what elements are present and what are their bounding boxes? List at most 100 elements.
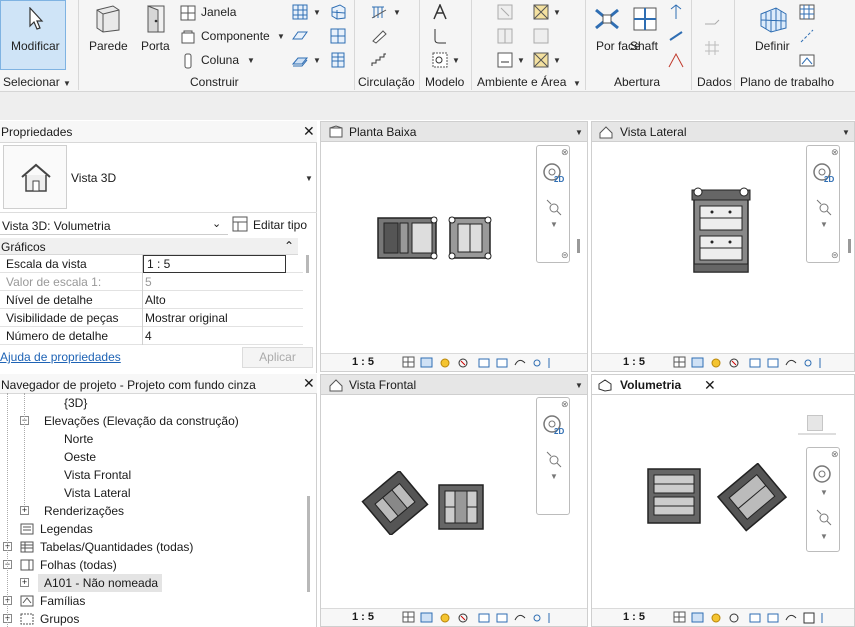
window-button[interactable]: Janela [180, 4, 280, 22]
viewer-button[interactable] [799, 52, 815, 71]
chevron-down-icon[interactable]: ▼ [553, 56, 561, 65]
tab-side[interactable]: Vista Lateral ▼ [592, 122, 854, 142]
chevron-down-icon[interactable]: ▼ [575, 381, 583, 390]
property-value[interactable]: 1 : 5 [143, 255, 286, 273]
chevron-down-icon[interactable]: ▼ [820, 488, 828, 497]
close-icon[interactable]: ⊗ [831, 147, 839, 158]
chevron-down-icon[interactable]: ▼ [553, 8, 561, 17]
model-line-button[interactable] [432, 28, 448, 47]
scrollbar-thumb[interactable] [306, 255, 309, 273]
close-icon[interactable]: ✕ [303, 375, 315, 392]
chevron-down-icon[interactable]: ▼ [313, 56, 321, 65]
tree-item[interactable]: + Famílias [0, 592, 300, 610]
chevron-down-icon[interactable]: ▼ [247, 56, 255, 65]
navigation-bar[interactable]: ⊗ 2D ▼ [536, 397, 570, 515]
curtain-system-button[interactable] [330, 4, 346, 23]
tree-item[interactable]: + A101 - Não nomeada [0, 574, 300, 592]
ramp-button[interactable] [371, 28, 387, 47]
chevron-down-icon[interactable]: ▼ [313, 8, 321, 17]
close-icon[interactable]: ⊗ [561, 399, 569, 410]
view-scale[interactable]: 1 : 5 [352, 356, 374, 368]
tree-item[interactable]: Vista Lateral [0, 484, 300, 502]
property-row[interactable]: Visibilidade de peças Mostrar original [0, 309, 303, 327]
collapse-icon[interactable]: ⌃ [284, 239, 294, 253]
model-group-button[interactable] [432, 52, 448, 71]
view-controls-icons[interactable] [672, 355, 847, 370]
area-boundary-button[interactable] [533, 28, 549, 47]
view-scale[interactable]: 1 : 5 [352, 611, 374, 623]
chevron-down-icon[interactable]: ▼ [575, 128, 583, 137]
ref-plane-button[interactable] [799, 28, 815, 47]
by-face-button[interactable]: Por face [590, 4, 641, 68]
navigation-bar[interactable]: ⊗ ▼ ▼ [806, 447, 840, 552]
instance-select[interactable]: Vista 3D: Volumetria ⌄ [0, 215, 228, 235]
expand-icon[interactable]: + [20, 506, 29, 515]
chevron-down-icon[interactable]: ▼ [573, 79, 581, 88]
edit-type-button[interactable]: Editar tipo [232, 214, 312, 234]
room-separator-button[interactable] [497, 28, 513, 47]
grid-button[interactable] [704, 40, 720, 59]
set-workplane-button[interactable]: Definir [750, 4, 794, 68]
close-icon[interactable]: ✕ [303, 123, 315, 140]
property-value[interactable]: 4 [143, 327, 286, 345]
component-button[interactable]: Componente ▼ [180, 28, 290, 46]
property-value[interactable]: Alto [143, 291, 286, 309]
door-button[interactable]: Porta [138, 4, 174, 66]
stair-button[interactable] [371, 52, 387, 71]
close-icon[interactable]: ✕ [704, 377, 716, 394]
settings-icon[interactable]: ⊜ [561, 250, 569, 261]
properties-help-link[interactable]: Ajuda de propriedades [0, 350, 121, 364]
chevron-down-icon[interactable]: ▼ [820, 220, 828, 229]
chevron-down-icon[interactable]: ▼ [550, 472, 558, 481]
expand-icon[interactable]: + [20, 578, 29, 587]
tag-room-button[interactable] [497, 52, 513, 71]
navigation-bar[interactable]: ⊗ 2D ▼ ⊜ [806, 145, 840, 263]
chevron-down-icon[interactable]: ▼ [393, 8, 401, 17]
view-volumetria[interactable]: Volumetria ✕ ⊗ ▼ ▼ 1 : 5 [591, 374, 855, 627]
floor-button[interactable] [291, 52, 309, 71]
view-controls-icons[interactable] [401, 355, 571, 370]
chevron-down-icon[interactable]: ▼ [63, 79, 71, 88]
tab-front[interactable]: Vista Frontal ▼ [321, 375, 587, 395]
zoom-icon[interactable] [545, 450, 563, 468]
modify-button[interactable]: Modificar [0, 0, 66, 70]
property-value[interactable]: 5 [143, 273, 286, 291]
shaft-button[interactable]: Shaft [628, 4, 662, 68]
tag-area-button[interactable] [533, 52, 549, 71]
tree-item[interactable]: − Folhas (todas) [0, 556, 300, 574]
mullion-button[interactable] [330, 52, 346, 71]
tree-item[interactable]: Legendas [0, 520, 300, 538]
scrollbar-thumb[interactable] [577, 239, 580, 253]
property-row[interactable]: Número de detalhe 4 [0, 327, 303, 345]
tab-volumetria[interactable]: Volumetria ✕ [592, 375, 854, 395]
close-icon[interactable]: ⊗ [561, 147, 569, 158]
scrollbar-thumb[interactable] [307, 496, 310, 592]
view-scale[interactable]: 1 : 5 [623, 611, 645, 623]
zoom-icon[interactable] [815, 508, 833, 526]
tree-item[interactable]: − Elevações (Elevação da construção) [0, 412, 300, 430]
dormer-button[interactable] [668, 52, 684, 71]
model-text-button[interactable] [432, 3, 448, 23]
view-side[interactable]: Vista Lateral ▼ ⊗ 2D ▼ ⊜ 1 : 5 [591, 121, 855, 372]
view-scale[interactable]: 1 : 5 [623, 356, 645, 368]
section-graphics[interactable]: Gráficos ⌃ [0, 238, 298, 255]
wall-opening-button[interactable] [668, 4, 684, 23]
chevron-down-icon[interactable]: ▼ [277, 32, 285, 41]
chevron-down-icon[interactable]: ▼ [452, 56, 460, 65]
tree-item[interactable]: + Tabelas/Quantidades (todas) [0, 538, 300, 556]
type-selector[interactable]: Vista 3D ▼ [0, 143, 317, 213]
chevron-down-icon[interactable]: ▼ [305, 174, 313, 183]
tree-item[interactable]: + Renderizações [0, 502, 300, 520]
property-row[interactable]: Escala da vista 1 : 5 [0, 255, 303, 273]
area-button[interactable] [533, 4, 549, 23]
property-value[interactable]: Mostrar original [143, 309, 286, 327]
show-workplane-button[interactable] [799, 4, 815, 23]
curtain-grid-button[interactable] [330, 28, 346, 47]
close-icon[interactable]: ⊗ [831, 449, 839, 460]
property-row[interactable]: Nível de detalhe Alto [0, 291, 303, 309]
view-controls-icons[interactable] [401, 610, 576, 625]
viewcube[interactable] [807, 415, 823, 431]
zoom-icon[interactable] [545, 198, 563, 216]
navigation-bar[interactable]: ⊗ 2D ▼ ⊜ [536, 145, 570, 263]
select-group-label[interactable]: Selecionar [3, 75, 60, 89]
